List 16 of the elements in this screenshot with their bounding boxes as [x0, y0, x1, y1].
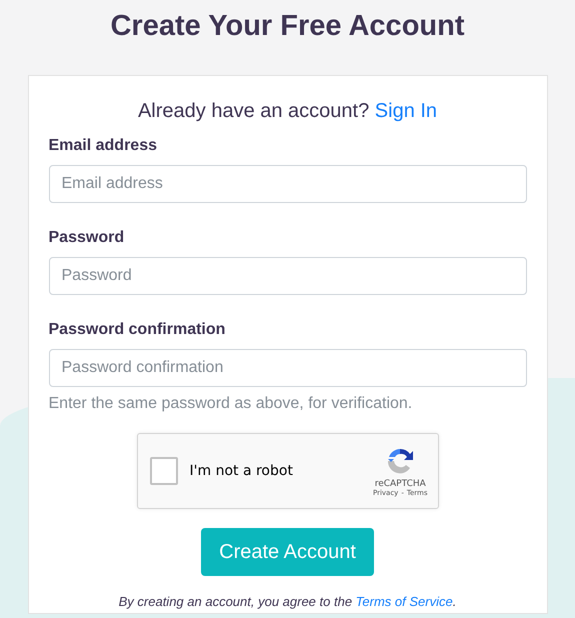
create-account-button[interactable]: Create Account: [201, 528, 374, 576]
terms-of-service-link[interactable]: Terms of Service: [356, 594, 453, 609]
field-label: Password confirmation: [48, 321, 226, 339]
input-field[interactable]: Password confirmation: [48, 349, 526, 387]
sign-in-prompt: Already have an account? Sign In: [136, 100, 438, 123]
captcha-label: I'm not a robot: [190, 463, 294, 479]
input-field[interactable]: Email address: [48, 165, 526, 203]
sign-in-link[interactable]: Sign In: [374, 100, 438, 122]
captcha-brand: reCAPTCHA: [374, 479, 426, 489]
terms-agreement: By creating an account, you agree to the Terms of Service.: [118, 594, 458, 609]
field-label: Email address: [48, 137, 158, 155]
field-label: Password: [48, 229, 126, 247]
captcha-checkbox[interactable]: [150, 457, 178, 485]
help-text: Enter the same password as above, for verification.: [48, 395, 414, 413]
page-title: Create Your Free Account: [110, 9, 464, 44]
input-field[interactable]: Password: [48, 257, 526, 295]
